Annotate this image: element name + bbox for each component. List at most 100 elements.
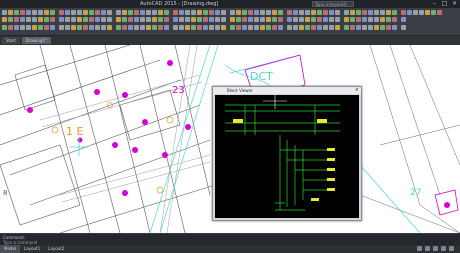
ribbon-tool-icon[interactable] — [179, 25, 184, 30]
ribbon-tool-icon[interactable] — [311, 25, 316, 30]
ribbon-tool-icon[interactable] — [2, 17, 7, 22]
ribbon-tool-icon[interactable] — [14, 17, 19, 22]
ribbon-tool-icon[interactable] — [407, 10, 412, 15]
ribbon-tool-icon[interactable] — [278, 10, 283, 15]
ribbon-tool-icon[interactable] — [44, 17, 49, 22]
ribbon-tool-icon[interactable] — [278, 17, 283, 22]
ribbon-tool-icon[interactable] — [20, 25, 25, 30]
ribbon-tool-icon[interactable] — [8, 17, 13, 22]
ribbon-tool-icon[interactable] — [260, 10, 265, 15]
ribbon-tool-icon[interactable] — [134, 17, 139, 22]
ribbon-tool-icon[interactable] — [215, 17, 220, 22]
ribbon-tool-icon[interactable] — [77, 17, 82, 22]
ribbon-tool-icon[interactable] — [152, 10, 157, 15]
ribbon-tool-icon[interactable] — [65, 10, 70, 15]
ribbon-tool-icon[interactable] — [146, 25, 151, 30]
ribbon-tool-icon[interactable] — [413, 10, 418, 15]
ribbon-tool-icon[interactable] — [71, 25, 76, 30]
ribbon-tool-icon[interactable] — [230, 10, 235, 15]
ribbon-tool-icon[interactable] — [431, 10, 436, 15]
ribbon-tool-icon[interactable] — [305, 25, 310, 30]
ribbon-tool-icon[interactable] — [20, 17, 25, 22]
ribbon-tool-icon[interactable] — [215, 10, 220, 15]
tab-drawing1[interactable]: Drawing1* — [21, 37, 51, 44]
ribbon-tool-icon[interactable] — [293, 10, 298, 15]
ribbon-tool-icon[interactable] — [293, 17, 298, 22]
ribbon-tool-icon[interactable] — [380, 17, 385, 22]
ribbon-tool-icon[interactable] — [185, 25, 190, 30]
ribbon-tool-icon[interactable] — [356, 17, 361, 22]
ribbon-tool-icon[interactable] — [173, 25, 178, 30]
ribbon-tool-icon[interactable] — [140, 25, 145, 30]
ribbon-tool-icon[interactable] — [158, 17, 163, 22]
ribbon-tool-icon[interactable] — [164, 17, 169, 22]
ribbon-tool-icon[interactable] — [335, 17, 340, 22]
ribbon-tool-icon[interactable] — [77, 10, 82, 15]
ribbon-tool-icon[interactable] — [116, 10, 121, 15]
search-input[interactable]: Type a keyword — [312, 1, 354, 7]
ribbon-tool-icon[interactable] — [266, 17, 271, 22]
ribbon-tool-icon[interactable] — [77, 25, 82, 30]
ribbon-tool-icon[interactable] — [146, 10, 151, 15]
ribbon-tool-icon[interactable] — [83, 25, 88, 30]
ribbon-tool-icon[interactable] — [20, 10, 25, 15]
ribbon-tool-icon[interactable] — [101, 17, 106, 22]
ribbon-tool-icon[interactable] — [248, 17, 253, 22]
ribbon-tool-icon[interactable] — [254, 17, 259, 22]
ribbon-tool-icon[interactable] — [122, 17, 127, 22]
ribbon-tool-icon[interactable] — [374, 10, 379, 15]
ribbon-tool-icon[interactable] — [236, 17, 241, 22]
ribbon-tool-icon[interactable] — [134, 10, 139, 15]
ribbon-tool-icon[interactable] — [179, 10, 184, 15]
polar-icon[interactable] — [441, 246, 446, 251]
ribbon-tool-icon[interactable] — [197, 17, 202, 22]
ribbon-tool-icon[interactable] — [197, 10, 202, 15]
ribbon-tool-icon[interactable] — [14, 25, 19, 30]
ribbon-tool-icon[interactable] — [425, 10, 430, 15]
ribbon-tool-icon[interactable] — [287, 10, 292, 15]
ribbon-tool-icon[interactable] — [38, 17, 43, 22]
ribbon-tool-icon[interactable] — [191, 10, 196, 15]
ribbon-tool-icon[interactable] — [236, 10, 241, 15]
ribbon-tool-icon[interactable] — [158, 10, 163, 15]
ribbon-tool-icon[interactable] — [230, 25, 235, 30]
ribbon-tool-icon[interactable] — [164, 25, 169, 30]
tab-model[interactable]: Model — [0, 245, 21, 253]
ribbon-tool-icon[interactable] — [71, 10, 76, 15]
maximize-icon[interactable]: □ — [441, 1, 448, 7]
ribbon-tool-icon[interactable] — [107, 10, 112, 15]
minimize-icon[interactable]: – — [431, 1, 438, 7]
ribbon-tool-icon[interactable] — [221, 10, 226, 15]
ribbon-tool-icon[interactable] — [386, 10, 391, 15]
ribbon-tool-icon[interactable] — [116, 25, 121, 30]
tab-start[interactable]: Start — [2, 37, 20, 44]
ribbon-tool-icon[interactable] — [44, 10, 49, 15]
ribbon-tool-icon[interactable] — [128, 17, 133, 22]
ribbon-tool-icon[interactable] — [362, 25, 367, 30]
ribbon-tool-icon[interactable] — [266, 10, 271, 15]
ribbon-tool-icon[interactable] — [95, 10, 100, 15]
ribbon-tool-icon[interactable] — [65, 17, 70, 22]
ribbon-tool-icon[interactable] — [305, 10, 310, 15]
ribbon-tool-icon[interactable] — [311, 17, 316, 22]
ribbon-tool-icon[interactable] — [230, 17, 235, 22]
ribbon-tool-icon[interactable] — [392, 25, 397, 30]
grid-icon[interactable] — [417, 246, 422, 251]
ribbon-tool-icon[interactable] — [344, 10, 349, 15]
ribbon-tool-icon[interactable] — [299, 25, 304, 30]
ribbon-tool-icon[interactable] — [437, 10, 442, 15]
ribbon-tool-icon[interactable] — [191, 17, 196, 22]
ribbon-tool-icon[interactable] — [272, 10, 277, 15]
ribbon-tool-icon[interactable] — [362, 10, 367, 15]
ribbon-tool-icon[interactable] — [380, 10, 385, 15]
ribbon-tool-icon[interactable] — [248, 25, 253, 30]
ribbon-tool-icon[interactable] — [293, 25, 298, 30]
ribbon-tool-icon[interactable] — [392, 17, 397, 22]
ribbon-tool-icon[interactable] — [215, 25, 220, 30]
ribbon-tool-icon[interactable] — [401, 10, 406, 15]
ribbon-tool-icon[interactable] — [254, 25, 259, 30]
ribbon-tool-icon[interactable] — [83, 10, 88, 15]
ribbon-tool-icon[interactable] — [248, 10, 253, 15]
ribbon-tool-icon[interactable] — [323, 10, 328, 15]
ribbon-tool-icon[interactable] — [386, 25, 391, 30]
